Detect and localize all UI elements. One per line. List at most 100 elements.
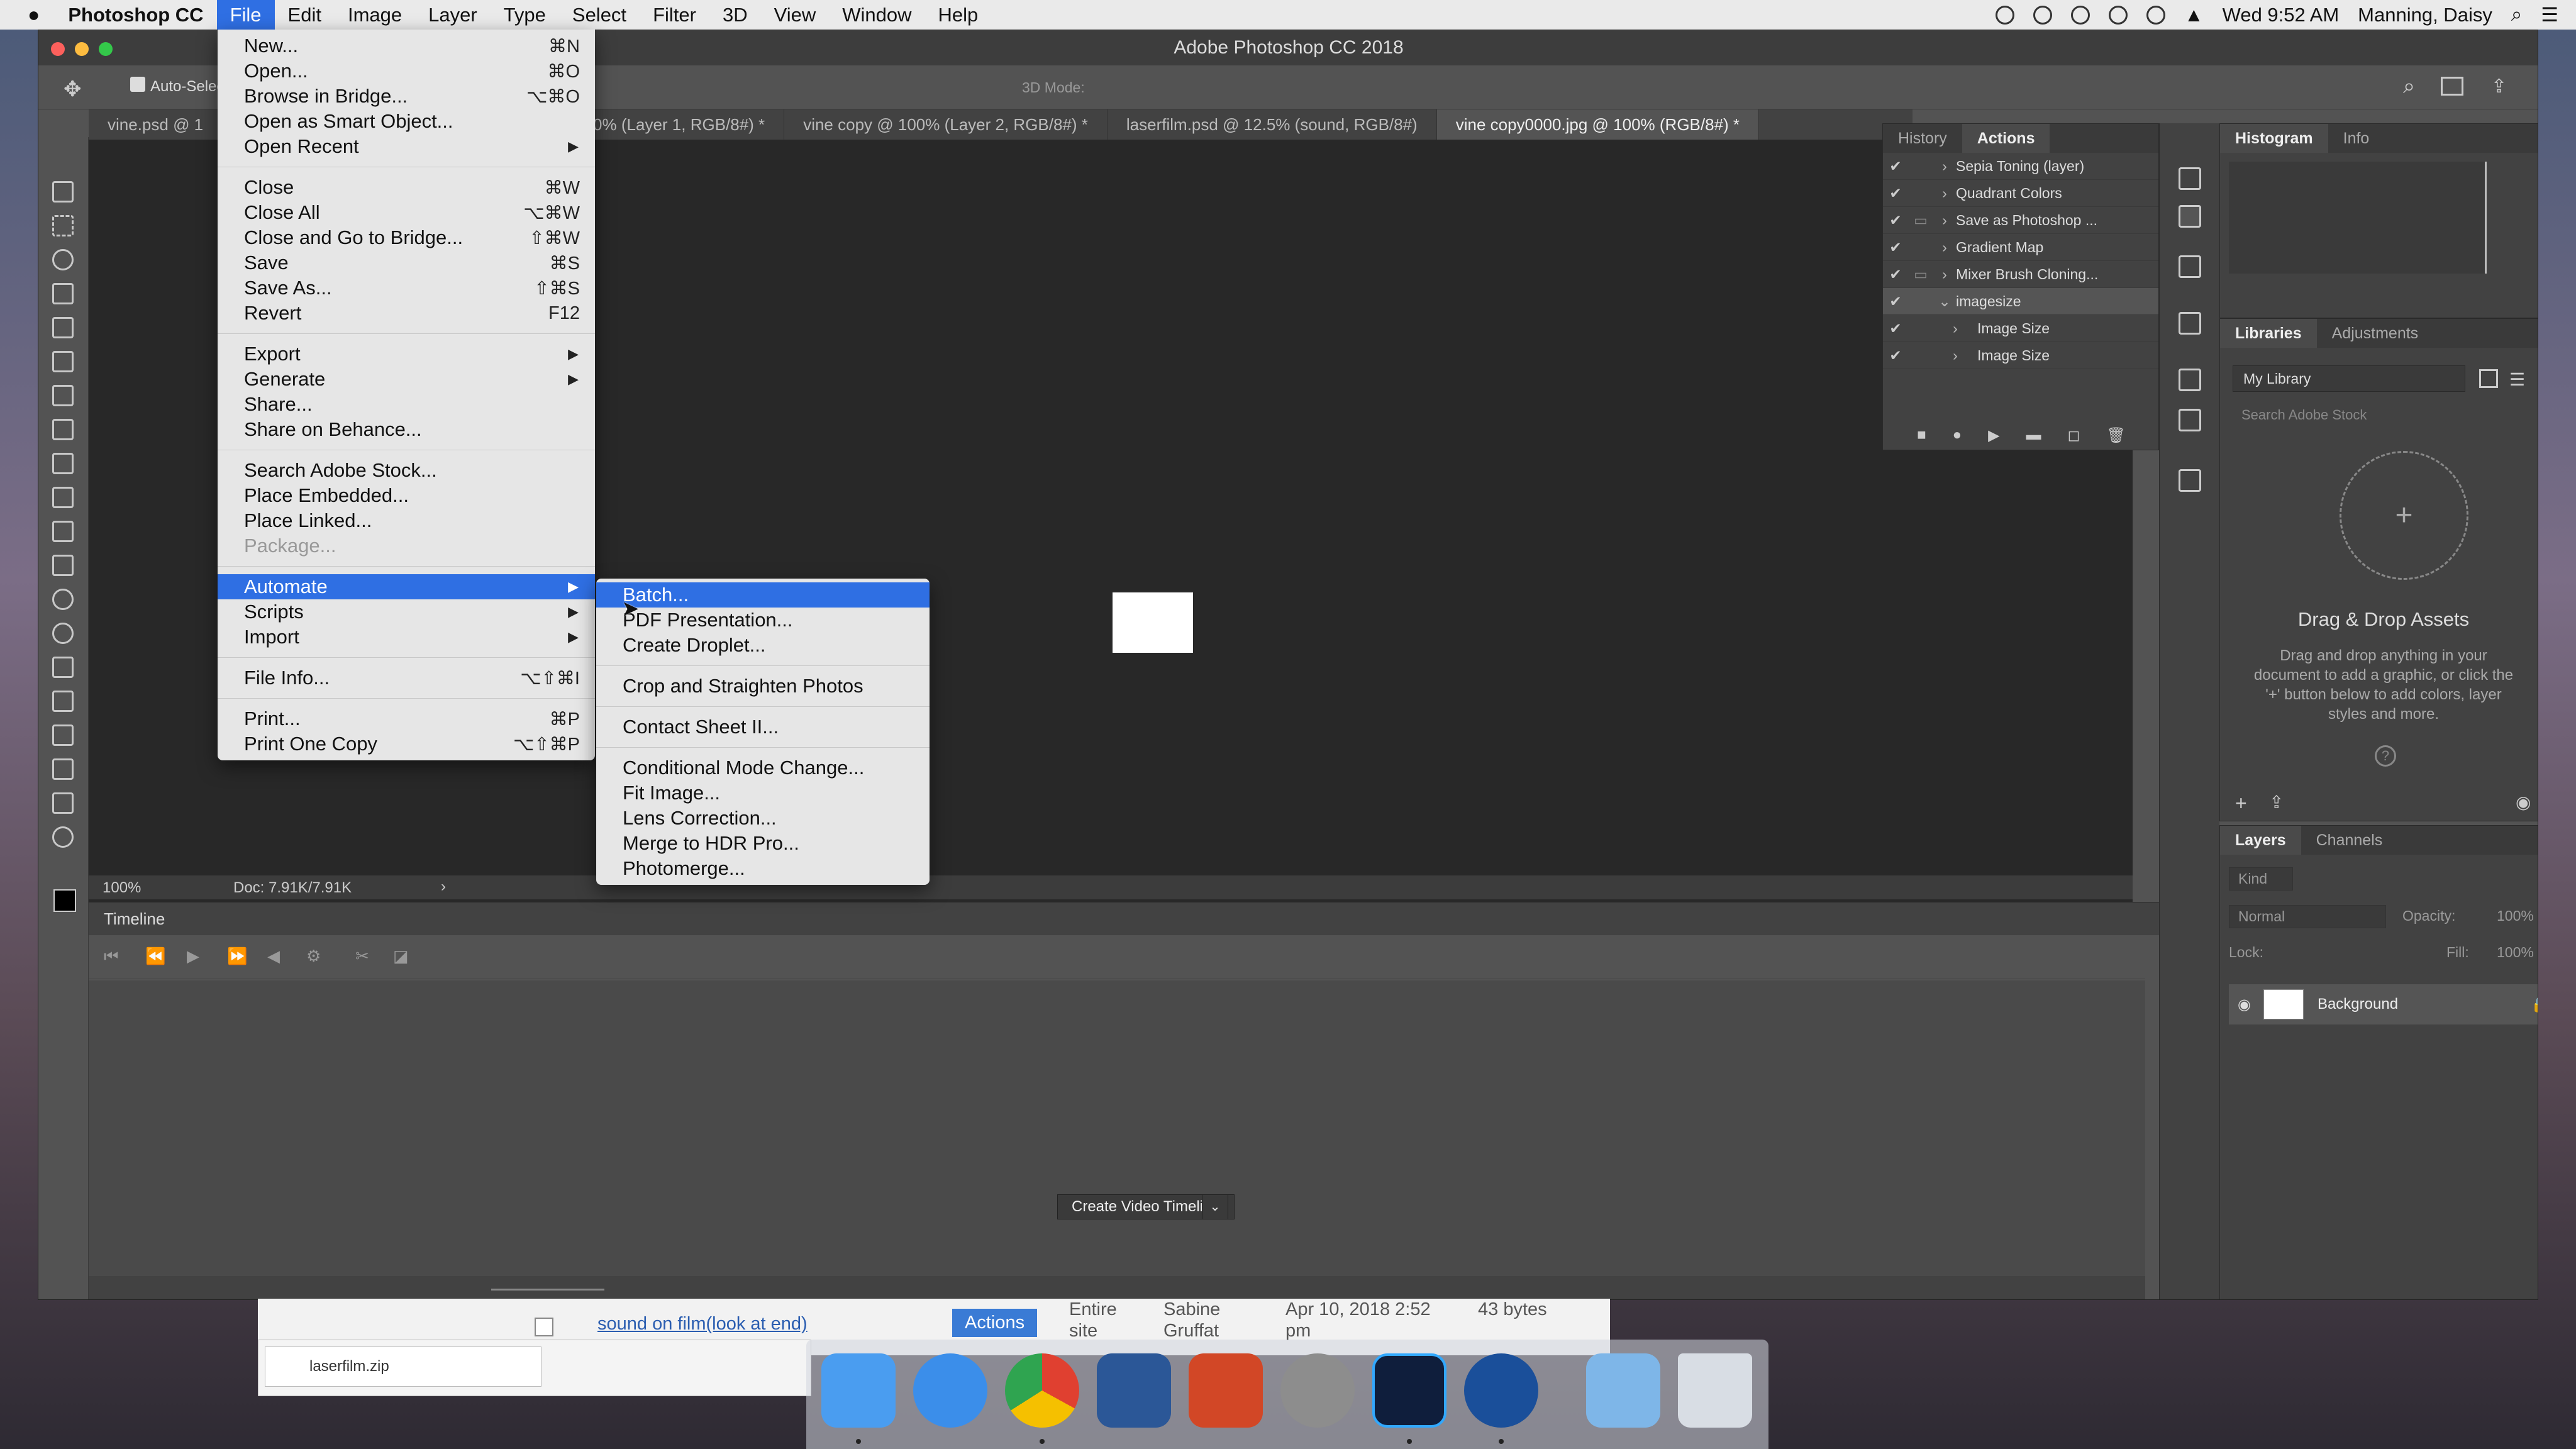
properties-panel-icon[interactable] [2179, 255, 2201, 278]
finder-icon[interactable] [821, 1353, 896, 1428]
search-icon[interactable]: ⌕ [2403, 74, 2415, 99]
wifi-icon[interactable] [2108, 5, 2128, 25]
automate-item-pdf-presentation[interactable]: PDF Presentation... [596, 608, 930, 633]
chevron-right-icon[interactable]: › [1933, 320, 1977, 337]
trash-icon[interactable] [1678, 1353, 1752, 1428]
menu-type[interactable]: Type [491, 0, 559, 30]
file-link[interactable]: sound on film(look at end) [597, 1314, 808, 1335]
sync-icon[interactable]: ◉ [2516, 792, 2531, 813]
automate-item-contact-sheet-ii[interactable]: Contact Sheet II... [596, 714, 930, 740]
type-tool-icon[interactable] [52, 657, 74, 678]
download-item[interactable]: laserfilm.zip [265, 1346, 541, 1387]
eject-icon[interactable]: ▲ [2184, 4, 2204, 26]
path-selection-tool-icon[interactable] [52, 724, 74, 746]
dialog-toggle-icon[interactable]: ▭ [1908, 266, 1933, 283]
photoshop-dock-icon[interactable] [1372, 1353, 1446, 1428]
safari-icon[interactable] [913, 1353, 987, 1428]
file-menu-item-close-and-go-to-bridge[interactable]: Close and Go to Bridge... ⇧⌘W [218, 225, 595, 250]
file-menu-item-close[interactable]: Close ⌘W [218, 175, 595, 200]
eyedropper-tool-icon[interactable] [52, 351, 74, 372]
file-menu-item-save[interactable]: Save ⌘S [218, 250, 595, 275]
file-menu-item-import[interactable]: Import ▶ [218, 625, 595, 650]
chevron-right-icon[interactable]: › [1933, 347, 1977, 364]
actions-dropdown-button[interactable]: Actions [952, 1309, 1038, 1337]
lasso-tool-icon[interactable] [52, 249, 74, 270]
healing-brush-tool-icon[interactable] [52, 385, 74, 406]
blur-tool-icon[interactable] [52, 589, 74, 610]
menu-select[interactable]: Select [559, 0, 640, 30]
check-icon[interactable]: ✔ [1883, 185, 1908, 202]
document-image[interactable] [1113, 592, 1193, 653]
check-icon[interactable]: ✔ [1883, 293, 1908, 310]
close-window-button[interactable] [51, 42, 65, 56]
first-frame-icon[interactable]: ⏮ [104, 947, 118, 967]
file-menu-item-open-as-smart-object[interactable]: Open as Smart Object... [218, 109, 595, 134]
action-row[interactable]: ✔ › Gradient Map [1883, 234, 2158, 261]
check-icon[interactable]: ✔ [1883, 320, 1908, 337]
move-tool-icon[interactable] [52, 181, 74, 203]
dodge-tool-icon[interactable] [52, 623, 74, 644]
tab-channels[interactable]: Channels [2301, 826, 2398, 855]
creative-cloud-icon[interactable] [2033, 5, 2052, 25]
file-menu-item-revert[interactable]: Revert F12 [218, 301, 595, 326]
applications-folder-icon[interactable] [1586, 1353, 1660, 1428]
file-menu-item-share-on-behance[interactable]: Share on Behance... [218, 417, 595, 442]
audio-icon[interactable]: ◀ [267, 947, 280, 966]
check-icon[interactable]: ✔ [1883, 347, 1908, 364]
action-step-row[interactable]: ✔ › Image Size [1883, 342, 2158, 369]
history-panel-icon[interactable] [2179, 167, 2201, 190]
menu-help[interactable]: Help [925, 0, 992, 30]
add-asset-button[interactable]: + [2340, 451, 2468, 580]
tab-vine-copy0000[interactable]: vine copy0000.jpg @ 100% (RGB/8#) * [1436, 109, 1760, 140]
automate-item-lens-correction[interactable]: Lens Correction... [596, 806, 930, 831]
prev-frame-icon[interactable]: ⏪ [145, 947, 165, 966]
transition-icon[interactable]: ◪ [393, 947, 409, 966]
automate-item-fit-image[interactable]: Fit Image... [596, 780, 930, 806]
tab-laserfilm[interactable]: laserfilm.psd @ 12.5% (sound, RGB/8#) [1108, 109, 1437, 140]
menu-edit[interactable]: Edit [275, 0, 335, 30]
tab-histogram[interactable]: Histogram [2220, 124, 2328, 153]
menu-view[interactable]: View [761, 0, 830, 30]
chevron-right-icon[interactable]: › [1933, 239, 1956, 256]
menu-3d[interactable]: 3D [709, 0, 761, 30]
quick-select-tool-icon[interactable] [52, 283, 74, 304]
actions-panel-icon[interactable] [2179, 205, 2201, 228]
airplay-icon[interactable] [2146, 5, 2165, 25]
file-menu-item-open[interactable]: Open... ⌘O [218, 58, 595, 84]
settings-gear-icon[interactable]: ⚙ [306, 947, 321, 966]
opacity-value[interactable]: 100% [2497, 908, 2534, 924]
apple-menu-icon[interactable]: ● [0, 0, 55, 30]
notification-center-icon[interactable]: ☰ [2541, 4, 2558, 26]
marquee-tool-icon[interactable] [52, 215, 74, 236]
file-menu-item-generate[interactable]: Generate ▶ [218, 367, 595, 392]
file-menu-item-place-embedded[interactable]: Place Embedded... [218, 483, 595, 508]
file-menu-item-scripts[interactable]: Scripts ▶ [218, 599, 595, 625]
move-tool-icon[interactable]: ✥ [64, 77, 82, 102]
shape-tool-icon[interactable] [52, 758, 74, 780]
stamp-tool-icon[interactable] [52, 453, 74, 474]
play-icon[interactable]: ▶ [187, 947, 199, 966]
next-frame-icon[interactable]: ⏩ [227, 947, 247, 966]
pen-tool-icon[interactable] [52, 691, 74, 712]
chevron-right-icon[interactable]: › [1933, 266, 1956, 283]
system-preferences-icon[interactable] [1280, 1353, 1355, 1428]
brush-tool-icon[interactable] [52, 419, 74, 440]
foreground-color-swatch[interactable] [53, 889, 76, 912]
powerpoint-icon[interactable] [1189, 1353, 1263, 1428]
action-row[interactable]: ✔ ▭ › Mixer Brush Cloning... [1883, 261, 2158, 288]
upload-icon[interactable]: ⇪ [2269, 792, 2284, 813]
tab-history[interactable]: History [1883, 124, 1962, 153]
check-icon[interactable]: ✔ [1883, 266, 1908, 283]
record-icon[interactable]: ● [1953, 426, 1962, 444]
menu-file[interactable]: File [216, 0, 275, 30]
workspace-icon[interactable] [2441, 77, 2463, 96]
library-select[interactable]: My Library [2233, 365, 2465, 392]
add-icon[interactable]: + [2235, 792, 2247, 815]
info-panel-icon[interactable] [2179, 312, 2201, 335]
trash-icon[interactable]: 🗑 [2106, 426, 2125, 445]
clock[interactable]: Wed 9:52 AM [2223, 4, 2340, 26]
action-row[interactable]: ✔ ▭ › Save as Photoshop ... [1883, 207, 2158, 234]
tab-vine-psd[interactable]: vine.psd @ 1 [89, 109, 223, 140]
action-row-selected[interactable]: ✔ ⌄ imagesize [1883, 288, 2158, 315]
automate-item-create-droplet[interactable]: Create Droplet... [596, 633, 930, 658]
